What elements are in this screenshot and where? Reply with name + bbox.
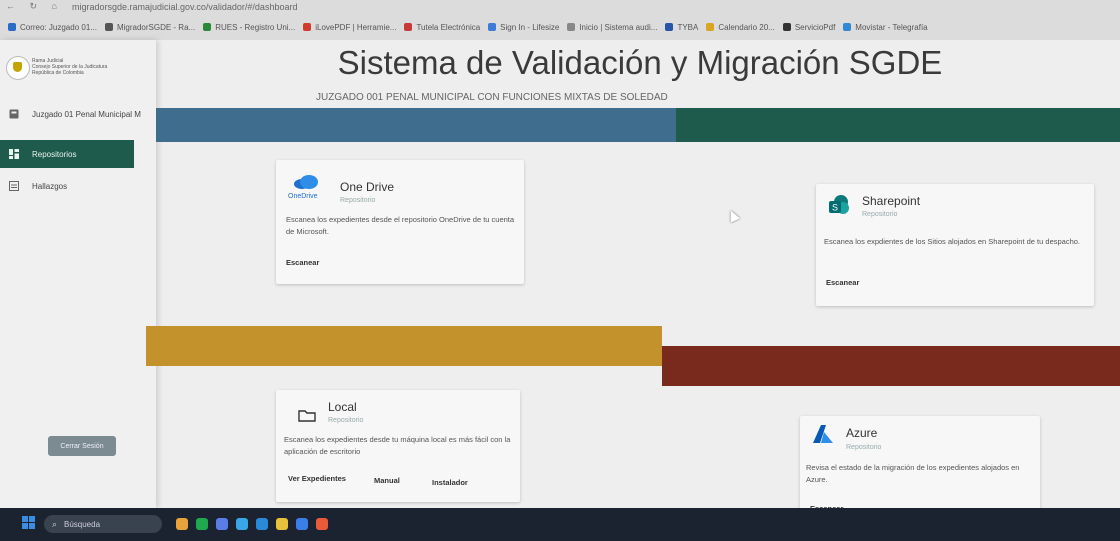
card-subtitle: Repositorio <box>862 211 898 218</box>
bookmark-item[interactable]: ServicioPdf <box>782 22 836 32</box>
bookmark-label: Movistar - Telegrafía <box>855 22 928 32</box>
browser-nav-icons[interactable]: ← ↻ ⌂ <box>6 1 63 12</box>
sidebar-item-juzgado[interactable]: Juzgado 01 Penal Municipal M <box>0 100 156 128</box>
taskbar-app-icon[interactable] <box>176 518 188 530</box>
bookmark-label: Inicio | Sistema audi... <box>579 22 658 32</box>
header-band-green <box>676 108 1120 142</box>
instalador-button[interactable]: Instalador <box>432 478 468 487</box>
bookmark-item[interactable]: Movistar - Telegrafía <box>843 22 928 32</box>
taskbar-app-icon[interactable] <box>276 518 288 530</box>
taskbar-search-label: Búsqueda <box>64 520 101 529</box>
card-description: Escanea los expedientes desde tu máquina… <box>284 435 511 456</box>
azure-icon <box>812 424 834 449</box>
escanear-onedrive-button[interactable]: Escanear <box>286 258 319 267</box>
page-title: Sistema de Validación y Migración SGDE <box>337 44 943 81</box>
card-subtitle: Repositorio <box>340 197 376 204</box>
bookmark-label: TYBA <box>677 22 699 32</box>
taskbar-app-icon[interactable] <box>296 518 308 530</box>
bookmark-icon <box>104 23 113 31</box>
logout-button[interactable]: Cerrar Sesión <box>48 436 116 456</box>
bookmarks-bar: Correo: Juzgado 01... MigradorSGDE - Ra..… <box>0 14 1120 40</box>
taskbar-app-icon[interactable] <box>196 518 208 530</box>
bookmark-item[interactable]: Sign In - Lifesize <box>488 23 559 32</box>
court-name: JUZGADO 001 PENAL MUNICIPAL CON FUNCIONE… <box>316 92 668 103</box>
header-band-maroon <box>662 346 1120 386</box>
colombia-seal-icon <box>6 56 30 80</box>
rama-judicial-logo: Rama Judicial Consejo Superior de la Jud… <box>6 56 146 86</box>
taskbar-app-icon[interactable] <box>316 518 328 530</box>
bookmark-item[interactable]: TYBA <box>665 23 698 32</box>
list-icon <box>9 181 19 191</box>
taskbar-app-icon[interactable] <box>216 518 228 530</box>
bookmark-label: ServicioPdf <box>794 22 836 32</box>
bookmark-label: Correo: Juzgado 01... <box>20 22 97 32</box>
bookmark-icon <box>488 23 497 31</box>
ver-expedientes-button[interactable]: Ver Expedientes <box>288 474 346 483</box>
bookmark-item[interactable]: Correo: Juzgado 01... <box>8 23 97 32</box>
taskbar-app-icon[interactable] <box>256 518 268 530</box>
bookmark-label: Calendario 20... <box>718 22 775 32</box>
badge-icon <box>9 109 19 119</box>
bookmark-icon <box>665 23 674 31</box>
card-title: Sharepoint <box>862 194 921 208</box>
bookmark-item[interactable]: RUES - Registro Uni... <box>203 23 295 32</box>
svg-text:S: S <box>832 203 838 213</box>
bookmark-icon <box>404 23 413 31</box>
sidebar-item-label: Hallazgos <box>32 181 68 191</box>
windows-start-icon[interactable] <box>22 516 36 530</box>
bookmark-icon <box>782 23 791 31</box>
manual-button[interactable]: Manual <box>374 476 400 485</box>
bookmark-icon <box>203 23 212 31</box>
windows-taskbar: ⌕ Búsqueda <box>0 508 1120 541</box>
mouse-cursor-icon <box>726 208 740 223</box>
dashboard-icon <box>9 149 19 159</box>
sidebar-item-label: Repositorios <box>32 149 77 159</box>
onedrive-card: OneDrive One Drive Repositorio Escanea l… <box>276 160 524 284</box>
taskbar-search[interactable]: ⌕ Búsqueda <box>44 515 162 533</box>
header-band-blue <box>156 108 676 142</box>
sidebar: Rama Judicial Consejo Superior de la Jud… <box>0 40 156 508</box>
sharepoint-card: S Sharepoint Repositorio Escanea los exp… <box>816 184 1094 306</box>
card-title: Local <box>328 400 357 414</box>
card-subtitle: Repositorio <box>328 417 364 424</box>
bookmark-item[interactable]: Calendario 20... <box>706 22 775 32</box>
search-icon: ⌕ <box>52 519 58 529</box>
url-text[interactable]: migradorsgde.ramajudicial.gov.co/validad… <box>72 2 297 12</box>
bookmark-item[interactable]: MigradorSGDE - Ra... <box>104 22 196 32</box>
card-subtitle: Repositorio <box>846 444 882 451</box>
bookmark-icon <box>8 23 16 31</box>
local-card: Local Repositorio Escanea los expediente… <box>276 390 520 502</box>
sharepoint-icon: S <box>828 194 850 221</box>
card-description: Revisa el estado de la migración de los … <box>806 463 1020 484</box>
onedrive-cloud-icon <box>292 174 320 195</box>
card-description: Escanea los expedientes desde el reposit… <box>286 215 515 236</box>
browser-toolbar: ← ↻ ⌂ migradorsgde.ramajudicial.gov.co/v… <box>0 0 1120 40</box>
bookmark-item[interactable]: Tutela Electrónica <box>404 23 480 32</box>
bookmark-icon <box>303 23 312 31</box>
bookmark-item[interactable]: iLovePDF | Herramie... <box>303 23 396 32</box>
sidebar-item-hallazgos[interactable]: Hallazgos <box>0 172 156 200</box>
logo-line: República de Colombia <box>32 70 84 76</box>
header-band-gold <box>146 326 662 366</box>
card-title: One Drive <box>340 180 395 194</box>
escanear-sharepoint-button[interactable]: Escanear <box>826 278 859 287</box>
sidebar-item-label: Juzgado 01 Penal Municipal M <box>32 109 141 119</box>
bookmark-label: Sign In - Lifesize <box>500 22 560 32</box>
bookmark-icon <box>843 23 852 31</box>
folder-icon <box>298 408 316 427</box>
bookmark-label: MigradorSGDE - Ra... <box>116 22 196 32</box>
bookmark-icon <box>706 23 715 31</box>
bookmark-icon <box>567 23 576 31</box>
address-bar[interactable]: ← ↻ ⌂ migradorsgde.ramajudicial.gov.co/v… <box>0 0 1120 14</box>
bookmark-label: RUES - Registro Uni... <box>215 22 296 32</box>
bookmark-item[interactable]: Inicio | Sistema audi... <box>567 23 657 32</box>
bookmark-label: iLovePDF | Herramie... <box>315 22 397 32</box>
bookmark-label: Tutela Electrónica <box>416 22 481 32</box>
card-description: Escanea los expdientes de los Sitios alo… <box>824 237 1081 246</box>
sidebar-item-repositorios[interactable]: Repositorios <box>0 140 134 168</box>
onedrive-logo-text: OneDrive <box>288 193 318 200</box>
card-title: Azure <box>846 426 878 440</box>
taskbar-app-icon[interactable] <box>236 518 248 530</box>
